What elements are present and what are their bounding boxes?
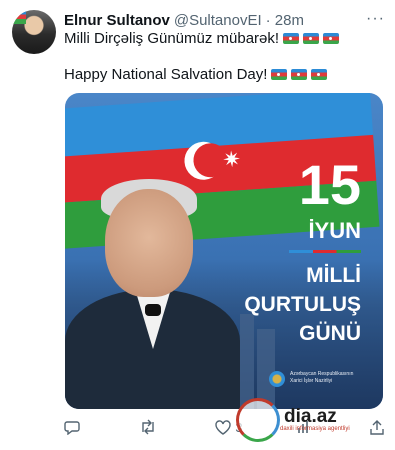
- tweet-text: Milli Dirçəliş Günümüz mübarək!: [64, 30, 280, 47]
- ministry-label: Azərbaycan Respublikasının Xarici İşlər …: [290, 371, 380, 385]
- flag-emoji-icon: [291, 69, 308, 80]
- flag-emoji-icon: [323, 33, 340, 44]
- poster-title: MİLLİ QURTULUŞ GÜNÜ: [244, 261, 361, 348]
- poster-month: İYUN: [308, 218, 361, 243]
- tweet-text-line-2: Happy National Salvation Day!: [64, 66, 328, 83]
- flag-emoji-icon: [311, 69, 328, 80]
- flag-emoji-icon: [283, 33, 300, 44]
- share-button[interactable]: [370, 419, 384, 435]
- author-handle[interactable]: @SultanovEI: [174, 12, 262, 29]
- ministry-emblem-icon: [269, 371, 285, 387]
- reply-button[interactable]: [64, 419, 84, 435]
- timestamp[interactable]: · 28m: [266, 12, 304, 29]
- heart-icon: [215, 419, 232, 435]
- portrait: [65, 159, 240, 409]
- poster-title-line: GÜNÜ: [299, 322, 361, 345]
- ministry-line: Xarici İşlər Nazirliyi: [290, 378, 333, 384]
- tweet-text-line-1: Milli Dirçəliş Günümüz mübarək!: [64, 30, 340, 47]
- flag-icon: [12, 10, 26, 24]
- tweet-media-image[interactable]: ✷ 15 İYUN MİLLİ QURTULUŞ GÜNÜ Azərbaycan…: [65, 93, 383, 409]
- watermark-text: dia.az: [284, 406, 337, 427]
- more-icon[interactable]: ···: [366, 10, 385, 28]
- flag-emoji-icon: [303, 33, 320, 44]
- watermark-logo-icon: [236, 398, 280, 442]
- ministry-line: Azərbaycan Respublikasının: [290, 371, 354, 377]
- tweet-text: Happy National Salvation Day!: [64, 66, 268, 83]
- poster-title-line: MİLLİ: [306, 264, 361, 287]
- avatar[interactable]: [12, 10, 56, 54]
- tweet-header: Elnur Sultanov @SultanovEI · 28m: [64, 10, 387, 30]
- author-name[interactable]: Elnur Sultanov: [64, 12, 170, 29]
- share-icon: [370, 419, 384, 435]
- poster-day: 15: [298, 153, 361, 216]
- retweet-button[interactable]: [139, 419, 161, 435]
- reply-icon: [64, 421, 80, 435]
- flag-emoji-icon: [271, 69, 288, 80]
- watermark-subtext: daxili informasiya agentliyi: [280, 426, 350, 432]
- retweet-icon: [141, 419, 154, 435]
- poster-title-line: QURTULUŞ: [244, 293, 361, 316]
- watermark: dia.az daxili informasiya agentliyi: [236, 398, 350, 442]
- flag-divider: [289, 250, 361, 253]
